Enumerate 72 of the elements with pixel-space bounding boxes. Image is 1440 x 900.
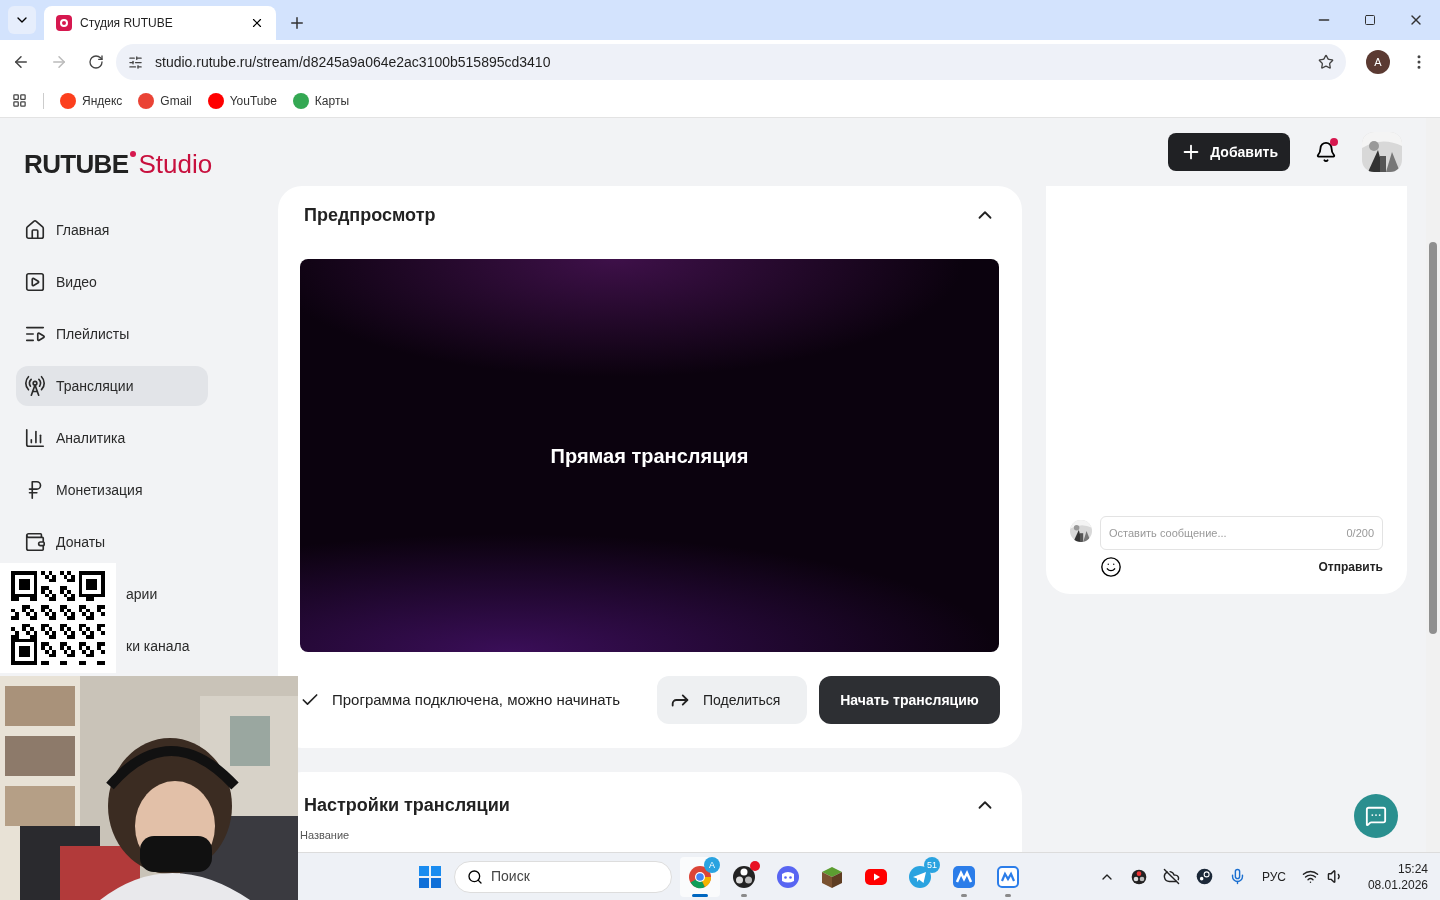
logo-icon	[138, 92, 155, 109]
language-indicator[interactable]: РУС	[1261, 867, 1286, 886]
support-chat-button[interactable]	[1354, 794, 1398, 838]
chat-icon	[1365, 805, 1387, 827]
play-icon	[24, 271, 46, 293]
brand-logo[interactable]: RUTUBE Studio	[24, 151, 213, 177]
wallet-icon	[24, 531, 46, 553]
scrollbar[interactable]	[1426, 118, 1440, 852]
close-icon[interactable]	[250, 16, 264, 30]
bar-chart-icon	[24, 427, 46, 449]
sidebar-item[interactable]: Трансляции	[16, 366, 208, 406]
start-stream-button[interactable]: Начать трансляцию	[819, 676, 1000, 724]
app-icon	[996, 864, 1020, 889]
bookmark-link[interactable]: Gmail	[160, 91, 192, 110]
emoji-icon[interactable]	[1100, 556, 1122, 578]
clock[interactable]: 15:24 08.01.2026	[1367, 860, 1428, 893]
sidebar-item[interactable]: Плейлисты	[16, 314, 208, 354]
site-settings-icon[interactable]	[128, 54, 143, 70]
field-label: Название	[300, 828, 351, 840]
logo-icon	[60, 92, 76, 109]
logo-icon	[56, 15, 72, 31]
add-button[interactable]: Добавить	[1168, 133, 1290, 171]
sidebar-item[interactable]: Аналитика	[16, 418, 208, 458]
message-field[interactable]: Оставить сообщение...	[1109, 524, 1347, 542]
windows-logo-icon[interactable]	[418, 864, 442, 889]
bell-icon	[1315, 141, 1337, 163]
grass-block-icon	[820, 864, 844, 889]
section-title: Предпросмотр	[304, 203, 436, 227]
play-logo-icon	[207, 92, 224, 109]
url-text: studio.rutube.ru/stream/d8245a9a064e2ac3100b515895cd3410	[155, 52, 552, 72]
address-bar[interactable]: studio.rutube.ru/stream/d8245a9a064e2ac3100b515895cd3410	[116, 44, 1346, 80]
share-button[interactable]: Поделиться	[657, 676, 807, 724]
cloud-off-icon[interactable]	[1162, 868, 1180, 885]
bookmark-link[interactable]: YouTube	[229, 91, 277, 110]
apps-grid-icon[interactable]	[12, 93, 27, 108]
status-text: Программа подключена, можно начинать	[332, 689, 620, 710]
notification-badge: 51	[924, 856, 940, 873]
sidebar-item[interactable]: Монетизация	[16, 470, 208, 510]
browser-tab[interactable]: Студия RUTUBE	[44, 6, 276, 40]
home-icon	[24, 219, 46, 241]
reload-icon[interactable]	[88, 54, 104, 70]
app-icon	[952, 864, 976, 889]
tab-list-button[interactable]	[8, 6, 36, 34]
new-tab-icon[interactable]	[288, 14, 306, 32]
record-icon	[732, 864, 756, 889]
tab-title: Студия RUTUBE	[80, 15, 174, 32]
steam-icon[interactable]	[1195, 868, 1213, 885]
video-caption: Прямая трансляция	[550, 443, 749, 469]
bookmark-star-icon[interactable]	[1318, 54, 1334, 70]
send-button[interactable]: Отправить	[1318, 558, 1383, 576]
profile-avatar[interactable]: A	[1366, 50, 1390, 74]
search-icon	[467, 868, 483, 885]
sidebar-item[interactable]: Донаты	[16, 522, 208, 562]
taskbar-search-field[interactable]: Поиск	[454, 860, 672, 893]
section-title: Настройки трансляции	[304, 793, 510, 817]
sidebar-item[interactable]: Видео	[16, 262, 208, 302]
sidebar-item[interactable]: арии	[126, 574, 158, 614]
chat-icon	[776, 864, 800, 889]
character-counter: 0/200	[1346, 525, 1374, 541]
bookmark-link[interactable]: Карты	[314, 91, 350, 110]
record-icon[interactable]	[1130, 868, 1147, 885]
bookmark-link[interactable]: Яндекс	[82, 91, 123, 110]
back-icon[interactable]	[12, 53, 30, 71]
wifi-icon[interactable]	[1301, 868, 1319, 885]
qr-code-icon	[8, 571, 108, 665]
logo-icon	[292, 92, 309, 109]
sidebar-item[interactable]: ки канала	[126, 626, 190, 666]
notification-badge: A	[704, 856, 720, 873]
search-input[interactable]: Поиск	[491, 866, 651, 887]
sidebar-item[interactable]: Главная	[16, 210, 208, 250]
maximize-icon[interactable]	[1364, 14, 1376, 26]
broadcast-icon	[24, 375, 46, 397]
